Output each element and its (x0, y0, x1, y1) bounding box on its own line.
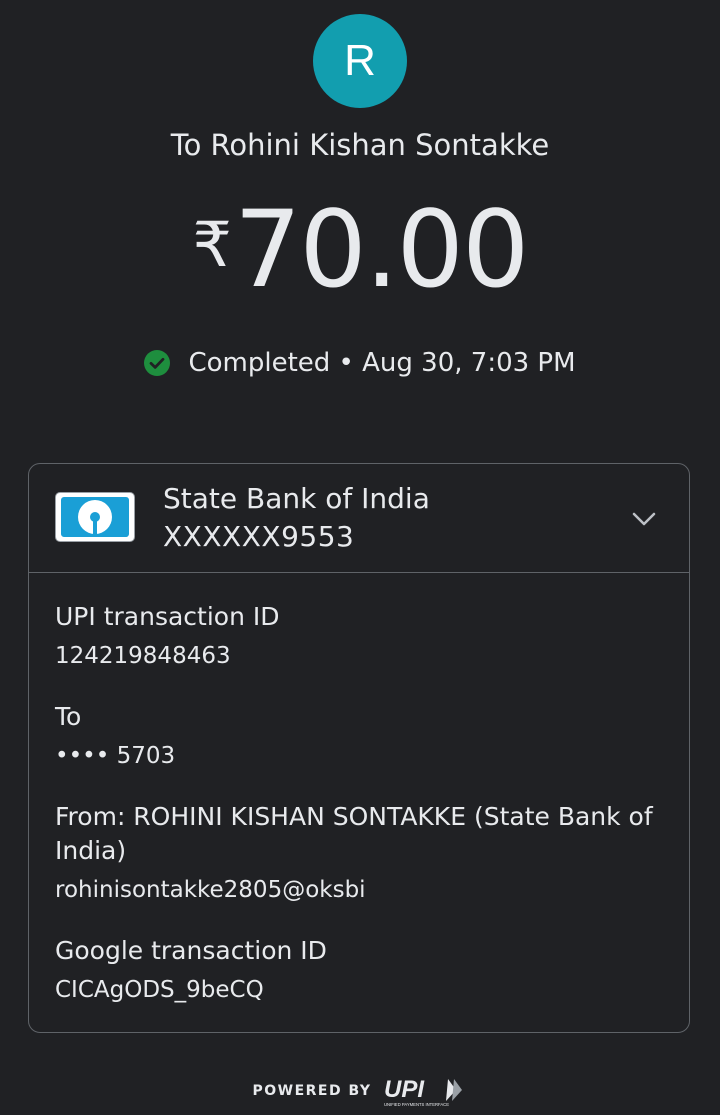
currency-symbol: ₹ (192, 208, 232, 281)
detail-value: 124219848463 (55, 643, 231, 669)
detail-value: CICAgODS_9beCQ (55, 977, 264, 1003)
upi-logo-subtext: UNIFIED PAYMENTS INTERFACE (384, 1102, 449, 1107)
bank-account-row[interactable]: State Bank of India XXXXXX9553 (29, 464, 689, 573)
recipient-name: To Rohini Kishan Sontakke (170, 128, 550, 162)
detail-google-transaction-id: Google transaction ID CICAgODS_9beCQ (55, 934, 665, 1008)
amount: ₹ 70.00 (0, 190, 720, 310)
detail-label: To (55, 702, 82, 731)
status-line: Completed • Aug 30, 7:03 PM (0, 348, 720, 378)
sbi-logo-graphic (61, 497, 129, 537)
detail-label: UPI transaction ID (55, 602, 280, 631)
detail-label: Google transaction ID (55, 936, 327, 965)
powered-by-text: POWERED BY (252, 1083, 372, 1099)
powered-by-footer: POWERED BY UPI UNIFIED PAYMENTS INTERFAC… (0, 1075, 720, 1107)
detail-value: rohinisontakke2805@oksbi (55, 877, 366, 903)
status-text: Completed • Aug 30, 7:03 PM (188, 348, 576, 378)
check-circle-icon (144, 350, 171, 376)
upi-logo-text: UPI (384, 1076, 425, 1103)
detail-to: To •••• 5703 (55, 700, 665, 774)
sbi-logo (55, 492, 135, 542)
detail-upi-transaction-id: UPI transaction ID 124219848463 (55, 600, 665, 674)
upi-logo: UPI UNIFIED PAYMENTS INTERFACE (384, 1076, 462, 1107)
transaction-details-card: State Bank of India XXXXXX9553 UPI trans… (28, 463, 690, 1033)
avatar: R (313, 14, 407, 108)
details-list: UPI transaction ID 124219848463 To •••• … (55, 600, 665, 1034)
detail-from: From: ROHINI KISHAN SONTAKKE (State Bank… (55, 800, 665, 908)
avatar-initial: R (344, 36, 376, 85)
bank-name: State Bank of India (163, 482, 430, 515)
detail-label: From: ROHINI KISHAN SONTAKKE (State Bank… (55, 802, 653, 865)
detail-value: •••• 5703 (55, 743, 176, 769)
amount-value: 70.00 (233, 188, 529, 311)
bank-account-number: XXXXXX9553 (163, 520, 355, 553)
chevron-down-icon[interactable] (629, 504, 659, 534)
